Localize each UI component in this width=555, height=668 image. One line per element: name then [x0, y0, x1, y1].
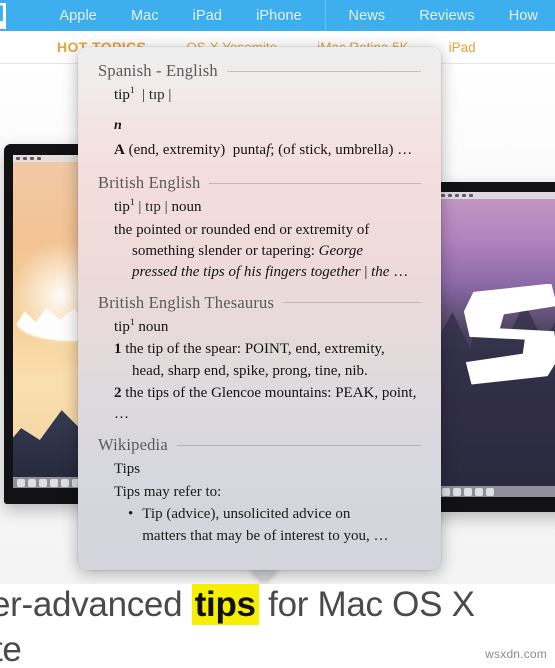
section-header-british-english: British English [78, 173, 441, 193]
ellipsis: … [373, 527, 389, 544]
entry-british-english: tip1 | tɪp | noun the pointed or rounded… [78, 196, 441, 284]
thesaurus-sense-2: 2 the tips of the Glencoe mountains: PEA… [114, 383, 421, 427]
sense-number: 2 [114, 384, 122, 401]
site-navbar: d Apple Mac iPad iPhone News Reviews How [0, 0, 555, 31]
sense-colon: : [236, 341, 242, 358]
headword-line: tip1 | tɪp | noun [114, 196, 421, 219]
selected-word-highlight[interactable]: tips [191, 584, 259, 625]
sense-separator: ; [270, 141, 275, 158]
definition-line-1: the pointed or rounded end or extremity … [114, 220, 421, 241]
nav-divider [324, 0, 326, 31]
synonyms: POINT, end, extremity, [244, 341, 385, 358]
sense-context-2: (of stick, umbrella) [278, 141, 394, 158]
entry-spanish-english: tip1 | tɪp | n A (end, extremity) puntaf… [78, 84, 441, 161]
section-rule [283, 302, 421, 304]
sense-example: the tips of the Glencoe mountains [125, 384, 328, 401]
headword: tip [114, 199, 130, 216]
thesaurus-sense-1-cont: head, sharp end, spike, prong, tine, nib… [114, 361, 421, 383]
sense-example: the tip of the spear [125, 341, 237, 358]
pronunciation: | tɪp | [138, 199, 168, 216]
wikipedia-list-item: • Tip (advice), unsolicited advice on ma… [114, 504, 421, 548]
nav-item-how[interactable]: How [492, 8, 555, 24]
translation: punta [232, 141, 267, 158]
section-header-thesaurus: British English Thesaurus [78, 293, 441, 313]
site-logo[interactable]: d [0, 2, 7, 29]
headword-superscript: 1 [129, 86, 135, 96]
headword: tip [114, 318, 130, 335]
nav-item-news[interactable]: News [332, 8, 403, 24]
macos-dock [438, 486, 555, 497]
section-title: British English [98, 173, 201, 193]
wikipedia-article-title: Tips [114, 461, 141, 478]
heading-text-pre: er-advanced [0, 585, 192, 624]
part-of-speech: noun [138, 318, 169, 335]
bullet-text: Tip (advice), unsolicited advice on matt… [142, 504, 388, 548]
nav-item-apple[interactable]: Apple [42, 8, 114, 24]
section-rule [176, 444, 421, 446]
watermark: wsxdn.com [485, 647, 547, 661]
macbook-right-photo [430, 182, 555, 512]
example-tail: the [371, 264, 390, 281]
headword: tip [114, 87, 130, 103]
bullet-line-2: matters that may be of interest to you, [142, 527, 370, 544]
sense-letter: A [114, 141, 125, 158]
bullet-line-1: Tip (advice), unsolicited advice on [142, 506, 351, 523]
section-rule [226, 70, 421, 72]
section-header-wikipedia: Wikipedia [78, 435, 441, 455]
bullet-icon: • [128, 506, 134, 523]
sense-number: 1 [114, 341, 122, 358]
definition-text: the pointed or rounded end or extremity … [114, 221, 370, 238]
section-header-spanish-english: Spanish - English [78, 61, 441, 81]
headword-superscript: 1 [129, 317, 135, 328]
example-separator: | [364, 264, 368, 281]
ellipsis: … [393, 264, 409, 281]
headword-line: tip1 noun [114, 316, 421, 339]
hot-topic-ipad[interactable]: iPad [449, 40, 476, 55]
article-heading-line-2: te [0, 630, 22, 668]
secondary-nav: News Reviews How [332, 8, 555, 24]
nav-item-mac[interactable]: Mac [114, 8, 176, 24]
nav-item-reviews[interactable]: Reviews [402, 8, 492, 24]
pronunciation: | tɪp | [142, 87, 172, 103]
entry-thesaurus: tip1 noun 1 the tip of the spear: POINT,… [78, 316, 441, 426]
article-heading-line-1: er-advanced tips for Mac OS X [0, 584, 475, 625]
example-text: pressed the tips of his fingers together [132, 264, 361, 281]
sense-colon: : [327, 384, 332, 401]
heading-text-post: for Mac OS X [258, 585, 475, 624]
thesaurus-sense-1: 1 the tip of the spear: POINT, end, extr… [114, 339, 421, 361]
section-title: Wikipedia [98, 435, 168, 455]
section-title: Spanish - English [98, 61, 218, 80]
definition-line-2: something slender or tapering: George [114, 241, 421, 262]
synonyms: head, sharp end, spike, prong, tine, nib… [132, 362, 368, 379]
wikipedia-lead: Tips may refer to: [114, 483, 222, 500]
definition-line: A (end, extremity) puntaf; (of stick, um… [114, 140, 421, 161]
primary-nav: Apple Mac iPad iPhone [42, 8, 318, 24]
headword-line: tip1 | tɪp | [114, 84, 421, 107]
definition-line-3: pressed the tips of his fingers together… [114, 262, 421, 283]
definition-text: something slender or tapering: [132, 242, 315, 259]
example-text: George [318, 242, 364, 259]
entry-wikipedia: Tips Tips may refer to: • Tip (advice), … [78, 458, 441, 548]
part-of-speech: noun [171, 199, 202, 216]
section-rule [209, 182, 421, 184]
article-heading-area: er-advanced tips for Mac OS X te wsxdn.c… [0, 584, 555, 668]
nav-item-ipad[interactable]: iPad [176, 8, 239, 24]
macbook-right-screen [438, 192, 555, 497]
dictionary-popup[interactable]: Spanish - English tip1 | tɪp | n A (end,… [78, 47, 441, 570]
headword-superscript: 1 [129, 198, 135, 209]
ellipsis: … [397, 141, 413, 158]
macos-menubar [438, 192, 555, 199]
nav-item-iphone[interactable]: iPhone [239, 8, 319, 24]
sense-context-1: (end, extremity) [128, 141, 226, 158]
section-title: British English Thesaurus [98, 292, 275, 312]
part-of-speech: n [114, 118, 122, 134]
